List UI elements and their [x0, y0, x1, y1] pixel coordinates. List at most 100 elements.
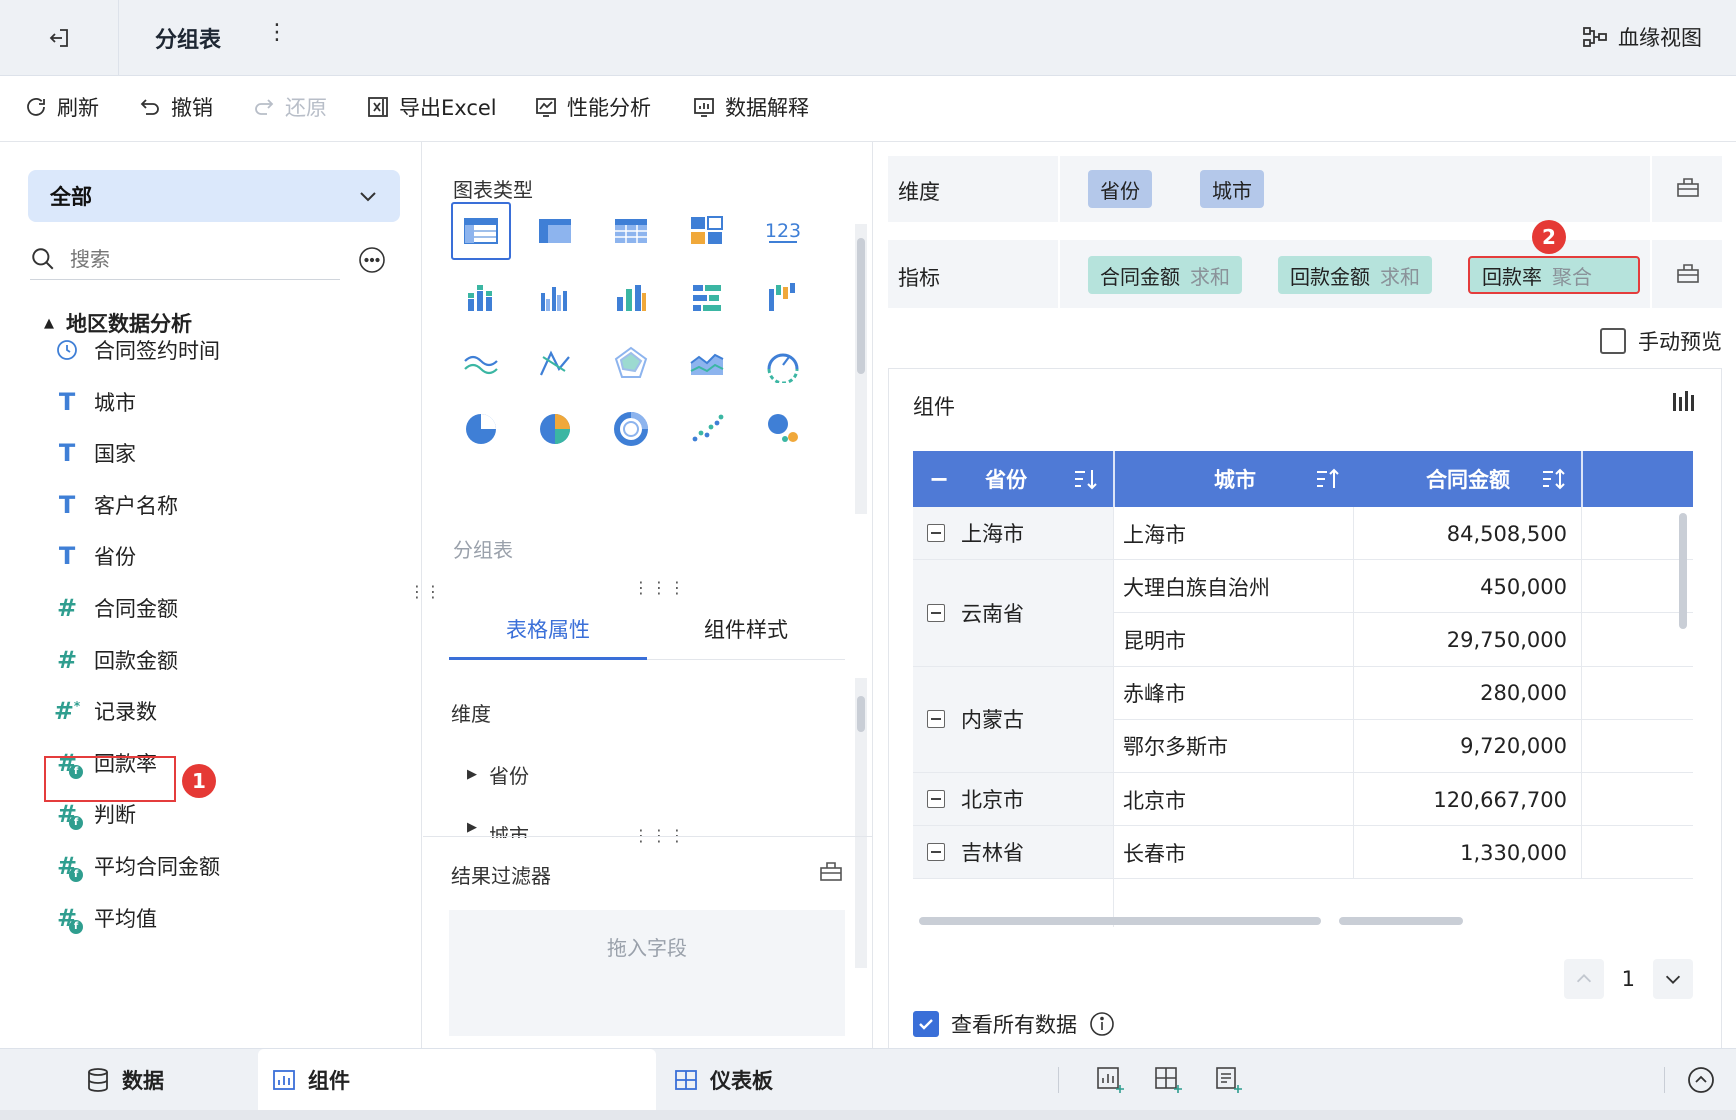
field-item[interactable]: # f 平均合同金额 [54, 846, 220, 886]
exit-button[interactable] [42, 22, 78, 54]
panel-resize-handle[interactable]: ⋮⋮ [409, 582, 441, 601]
collapse-all-icon[interactable]: − [929, 465, 949, 493]
header-city[interactable]: 城市 [1115, 451, 1355, 507]
sort-icon[interactable] [1073, 467, 1099, 491]
lock-icon[interactable] [819, 860, 843, 882]
stacked-column-icon[interactable] [451, 270, 511, 328]
lineage-view-button[interactable]: 血缘视图 [1582, 22, 1702, 52]
lock-icon[interactable] [1676, 176, 1700, 198]
info-icon[interactable] [1089, 1011, 1115, 1037]
column-chart-icon[interactable] [601, 270, 661, 328]
add-report-icon[interactable] [1214, 1065, 1244, 1095]
table-row[interactable]: 长春市 1,330,000 [1113, 826, 1693, 880]
properties-scrollbar[interactable] [855, 678, 867, 968]
kpi-card-icon[interactable] [677, 202, 737, 260]
horizontal-scrollbar-right[interactable] [1339, 917, 1463, 925]
amount-cell: 1,330,000 [1460, 840, 1567, 865]
collapse-group-icon[interactable] [927, 603, 945, 622]
field-item[interactable]: T 国家 [54, 433, 136, 473]
grouped-table-icon[interactable] [451, 202, 511, 260]
multi-column-icon[interactable] [525, 270, 585, 328]
dim-item-province[interactable]: ▶ 省份 [467, 760, 529, 789]
drag-handle-icon[interactable]: ⋮⋮⋮ [633, 578, 687, 597]
more-options-icon[interactable] [358, 246, 386, 274]
header-contract-amount[interactable]: 合同金额 [1355, 451, 1581, 507]
waterfall-icon[interactable] [753, 270, 813, 328]
metric-pill-contract-amount[interactable]: 合同金额 求和 [1088, 256, 1242, 294]
export-excel-button[interactable]: 导出Excel [366, 92, 497, 122]
dim-pill-province[interactable]: 省份 [1088, 170, 1152, 208]
data-explain-button[interactable]: 数据解释 [692, 92, 809, 122]
field-item[interactable]: # 合同金额 [54, 588, 178, 628]
undo-button[interactable]: 撤销 [138, 92, 213, 122]
pie-chart-icon[interactable] [451, 400, 511, 458]
filter-drop-zone[interactable]: 拖入字段 [449, 910, 845, 1036]
redo-button[interactable]: 还原 [252, 92, 327, 122]
chart-config-panel: 图表类型 123 分组表 ⋮⋮⋮ ⋮⋮ 表格属性 组件样式 维度 ▶ 省份 ▶ … [409, 142, 873, 1048]
search-input[interactable] [70, 246, 310, 271]
metric-pill-payment-amount[interactable]: 回款金额 求和 [1278, 256, 1432, 294]
collapse-up-icon[interactable] [1686, 1065, 1716, 1095]
chart-settings-icon[interactable] [1671, 389, 1697, 415]
field-item[interactable]: 合同签约时间 [54, 330, 220, 370]
table-row[interactable]: 鄂尔多斯市 9,720,000 [1113, 719, 1693, 773]
detail-table-icon[interactable] [601, 202, 661, 260]
table-row[interactable]: 大理白族自治州 450,000 [1113, 560, 1693, 614]
add-dashboard-icon[interactable] [1154, 1065, 1184, 1095]
area-chart-icon[interactable] [677, 334, 737, 392]
view-all-data-toggle[interactable]: 查看所有数据 [913, 1009, 1115, 1039]
more-menu-button[interactable]: ⋮ [266, 20, 288, 45]
bubble-icon[interactable] [753, 400, 813, 458]
next-page-button[interactable] [1653, 959, 1693, 999]
tab-dashboard[interactable]: 仪表板 [656, 1049, 956, 1111]
header-province[interactable]: − 省份 [913, 451, 1113, 507]
ring-chart-icon[interactable] [601, 400, 661, 458]
line-chart-icon[interactable] [451, 334, 511, 392]
vertical-scrollbar[interactable] [1679, 513, 1687, 629]
collapse-group-icon[interactable] [927, 524, 945, 543]
scope-select[interactable]: 全部 [28, 170, 400, 222]
dim-pill-city[interactable]: 城市 [1200, 170, 1264, 208]
tab-component-style[interactable]: 组件样式 [647, 614, 845, 644]
collapse-group-icon[interactable] [927, 843, 945, 862]
sort-icon[interactable] [1541, 467, 1567, 491]
table-row[interactable]: 北京市 120,667,700 [1113, 773, 1693, 827]
scatter-icon[interactable] [677, 400, 737, 458]
refresh-button[interactable]: 刷新 [24, 92, 99, 122]
perf-analysis-button[interactable]: 性能分析 [534, 92, 651, 122]
field-item[interactable]: T 客户名称 [54, 485, 178, 525]
number-icon[interactable]: 123 [753, 202, 813, 260]
radar-line-icon[interactable] [525, 334, 585, 392]
table-row[interactable]: 赤峰市 280,000 [1113, 666, 1693, 720]
gauge-icon[interactable] [753, 334, 813, 392]
metric-pill-payment-rate[interactable]: 回款率 聚合 [1468, 256, 1640, 294]
collapse-group-icon[interactable] [927, 710, 945, 729]
config-tabs: 表格属性 组件样式 [449, 604, 845, 660]
radar-chart-icon[interactable] [601, 334, 661, 392]
lock-icon[interactable] [1676, 262, 1700, 284]
prev-page-button[interactable] [1563, 959, 1604, 999]
table-row[interactable]: 昆明市 29,750,000 [1113, 613, 1693, 667]
field-item[interactable]: #* 记录数 [54, 691, 157, 731]
multi-pie-icon[interactable] [525, 400, 585, 458]
sort-icon[interactable] [1315, 467, 1341, 491]
field-item[interactable]: # 回款金额 [54, 640, 178, 680]
manual-preview-toggle[interactable]: 手动预览 [1600, 326, 1722, 356]
chart-grid-scrollbar[interactable] [855, 224, 867, 514]
number-field-icon: # [56, 645, 78, 674]
tab-component[interactable]: 组件 [258, 1049, 656, 1111]
cross-table-icon[interactable] [525, 202, 585, 260]
tab-data[interactable]: 数据 [0, 1049, 258, 1111]
field-item[interactable]: T 城市 [54, 382, 136, 422]
field-label: 记录数 [94, 700, 157, 725]
bar-chart-icon[interactable] [677, 270, 737, 328]
table-row[interactable]: 上海市 84,508,500 [1113, 507, 1693, 561]
collapse-group-icon[interactable] [927, 790, 945, 809]
manual-preview-checkbox[interactable] [1600, 328, 1626, 354]
field-item[interactable]: # f 平均值 [54, 898, 157, 938]
horizontal-scrollbar-left[interactable] [919, 917, 1321, 925]
tab-table-properties[interactable]: 表格属性 [449, 614, 647, 644]
field-item[interactable]: T 省份 [54, 536, 136, 576]
add-component-icon[interactable] [1096, 1065, 1126, 1095]
view-all-checkbox[interactable] [913, 1011, 939, 1037]
